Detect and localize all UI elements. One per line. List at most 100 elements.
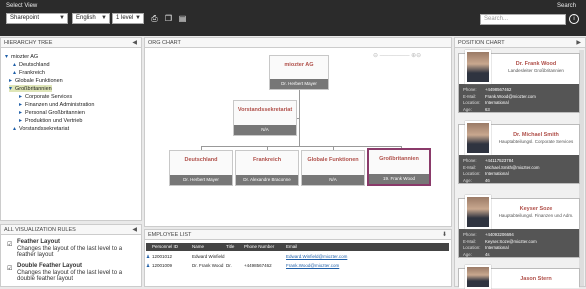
card-name: Dr. Michael Smith: [513, 132, 559, 138]
collapse-arrow-icon[interactable]: ▶: [576, 38, 581, 48]
node-title: Deutschland: [184, 157, 218, 163]
col-phone[interactable]: Phone Number: [244, 243, 274, 251]
connector-line: [201, 146, 401, 147]
cell-email[interactable]: Frank.Wood@miozter.com: [286, 262, 339, 270]
card-location: Location: International: [463, 100, 509, 105]
card-phone: Phone: +44117523784: [463, 158, 513, 163]
cell-name: Dr. Frank Wood: [192, 263, 224, 268]
search-input[interactable]: Search...: [480, 14, 566, 25]
view-select-value: Sharepoint: [10, 15, 40, 21]
rule-feather: Feather Layout Changes the layout of the …: [17, 239, 139, 259]
position-card[interactable]: Keyser Soze Hauptabteilungsl. Finanzen u…: [458, 195, 580, 258]
connector-line: [297, 118, 300, 119]
card-value: +44093206694: [485, 232, 514, 237]
node-person: N/A: [234, 125, 296, 135]
org-node-secretary[interactable]: Vorstandssekretariat N/A: [233, 100, 297, 136]
tree-item[interactable]: ▸ Globale Funktionen: [9, 77, 63, 84]
level-select[interactable]: 1 level ▼: [112, 13, 144, 24]
cell-email[interactable]: Edward.Winfield@miozter.com: [286, 253, 347, 261]
person-icon: ♟: [146, 263, 151, 268]
node-title: Frankreich: [252, 157, 282, 163]
copy-icon[interactable]: ❐: [164, 14, 173, 23]
collapse-arrow-icon[interactable]: ◀: [132, 38, 137, 48]
person-icon: ♟: [146, 254, 151, 259]
org-node-root[interactable]: miozter AG Dr. Herbert Mayer: [269, 55, 329, 90]
cell-phone: +4498567462: [244, 263, 272, 268]
col-personnel-id[interactable]: Personnel ID: [152, 243, 178, 251]
info-icon[interactable]: i: [569, 14, 579, 24]
avatar: [465, 265, 491, 289]
card-label: Age:: [463, 251, 472, 257]
rule-name: Double Feather Layout: [17, 263, 83, 269]
tree-item-label: Frankreich: [19, 70, 45, 76]
org-node-deutschland[interactable]: Deutschland Dr. Herbert Mayer: [169, 150, 233, 186]
tree-item-selected[interactable]: ▾ Großbritannien: [9, 85, 52, 92]
org-node-globale-funktionen[interactable]: Globale Funktionen N/A: [301, 150, 365, 186]
download-icon[interactable]: ⬇: [442, 230, 447, 240]
rule-desc: Changes the layout of the last level to …: [17, 269, 123, 283]
position-chart-header: POSITION CHART ▶: [455, 38, 585, 48]
tree-item-label: Großbritannien: [15, 86, 52, 92]
rules-title: ALL VISUALIZATION RULES: [4, 227, 76, 233]
col-title[interactable]: Title: [226, 243, 234, 251]
position-card[interactable]: Jason Stern: [458, 265, 580, 289]
col-email[interactable]: Email: [286, 243, 297, 251]
card-value: 63: [485, 106, 490, 112]
card-label: Phone:: [463, 87, 477, 92]
search-label: Search: [556, 3, 576, 9]
tree-item-label: Personal Großbritannien: [25, 110, 85, 116]
checkbox-feather[interactable]: ☑: [7, 241, 17, 248]
tree-item[interactable]: ▴ Deutschland: [13, 61, 50, 68]
col-name[interactable]: Name: [192, 243, 204, 251]
collapse-arrow-icon[interactable]: ◀: [132, 225, 137, 235]
card-label: Location:: [463, 171, 481, 176]
table-row[interactable]: ♟ 12001012 Edward Winfield Edward.Winfie…: [146, 253, 449, 261]
node-title: Globale Funktionen: [307, 157, 359, 163]
card-role: Landesleiter Großbritannien: [508, 68, 564, 73]
hierarchy-header: HIERARCHY TREE ◀: [1, 38, 141, 48]
node-title: Großbritannien: [379, 156, 419, 162]
table-row[interactable]: ♟ 12001009 Dr. Frank Wood Dr. +449856746…: [146, 262, 449, 270]
tree-item[interactable]: ▸ Produktion und Vertrieb: [19, 117, 82, 124]
tree-item[interactable]: ▸ Corporate Services: [19, 93, 72, 100]
card-email: E-Mail: Michael.Smith@miozter.com: [463, 165, 540, 170]
chevron-down-icon: ▼: [135, 15, 141, 21]
position-chart-title: POSITION CHART: [458, 40, 505, 46]
tree-item-label: miozter AG: [11, 54, 39, 60]
card-value: 46: [485, 177, 490, 183]
org-node-frankreich[interactable]: Frankreich Dr. Alexandre Braconne: [235, 150, 299, 186]
zoom-control[interactable]: ⊖ ─────── ⊕⊖: [373, 52, 443, 60]
card-label: Location:: [463, 100, 481, 105]
view-select[interactable]: Sharepoint ▼: [6, 13, 68, 24]
card-phone: Phone: +4498567462: [463, 87, 511, 92]
card-name: Dr. Frank Wood: [515, 61, 557, 67]
language-select[interactable]: English ▼: [72, 13, 110, 24]
tree-item[interactable]: ▸ Personal Großbritannien: [19, 109, 85, 116]
export-icon[interactable]: ▤: [178, 14, 187, 23]
node-person: Dr. Herbert Mayer: [170, 175, 232, 185]
cell-name: Edward Winfield: [192, 254, 225, 259]
avatar: [465, 50, 491, 84]
org-chart-header: ORG CHART: [145, 38, 451, 48]
tree-item[interactable]: ▸ Finanzen und Administration: [19, 101, 94, 108]
node-person: Dr. Alexandre Braconne: [236, 175, 298, 185]
print-icon[interactable]: ⎙: [150, 14, 159, 23]
card-value: 4s: [485, 251, 490, 257]
position-card[interactable]: Dr. Frank Wood Landesleiter Großbritanni…: [458, 50, 580, 113]
node-person: N/A: [302, 175, 364, 185]
node-title: miozter AG: [284, 62, 314, 68]
tree-item[interactable]: ▴ Vorstandssekretariat: [13, 125, 69, 132]
card-name: Jason Stern: [520, 276, 552, 282]
avatar: [465, 195, 491, 229]
node-person: Dr. Herbert Mayer: [270, 79, 328, 89]
tree-item[interactable]: ▾ miozter AG: [5, 53, 38, 60]
chevron-down-icon: ▼: [59, 15, 65, 21]
card-label: Location:: [463, 245, 481, 250]
tree-item[interactable]: ▴ Frankreich: [13, 69, 45, 76]
card-phone: Phone: +44093206694: [463, 232, 514, 237]
checkbox-double-feather[interactable]: ☑: [7, 265, 17, 272]
org-node-grossbritannien[interactable]: Großbritannien 19. Frank Wood: [367, 148, 431, 186]
card-value: International: [485, 100, 509, 105]
position-card[interactable]: Dr. Michael Smith Hauptabteilungsl. Corp…: [458, 121, 580, 184]
tree-item-label: Corporate Services: [25, 94, 73, 100]
